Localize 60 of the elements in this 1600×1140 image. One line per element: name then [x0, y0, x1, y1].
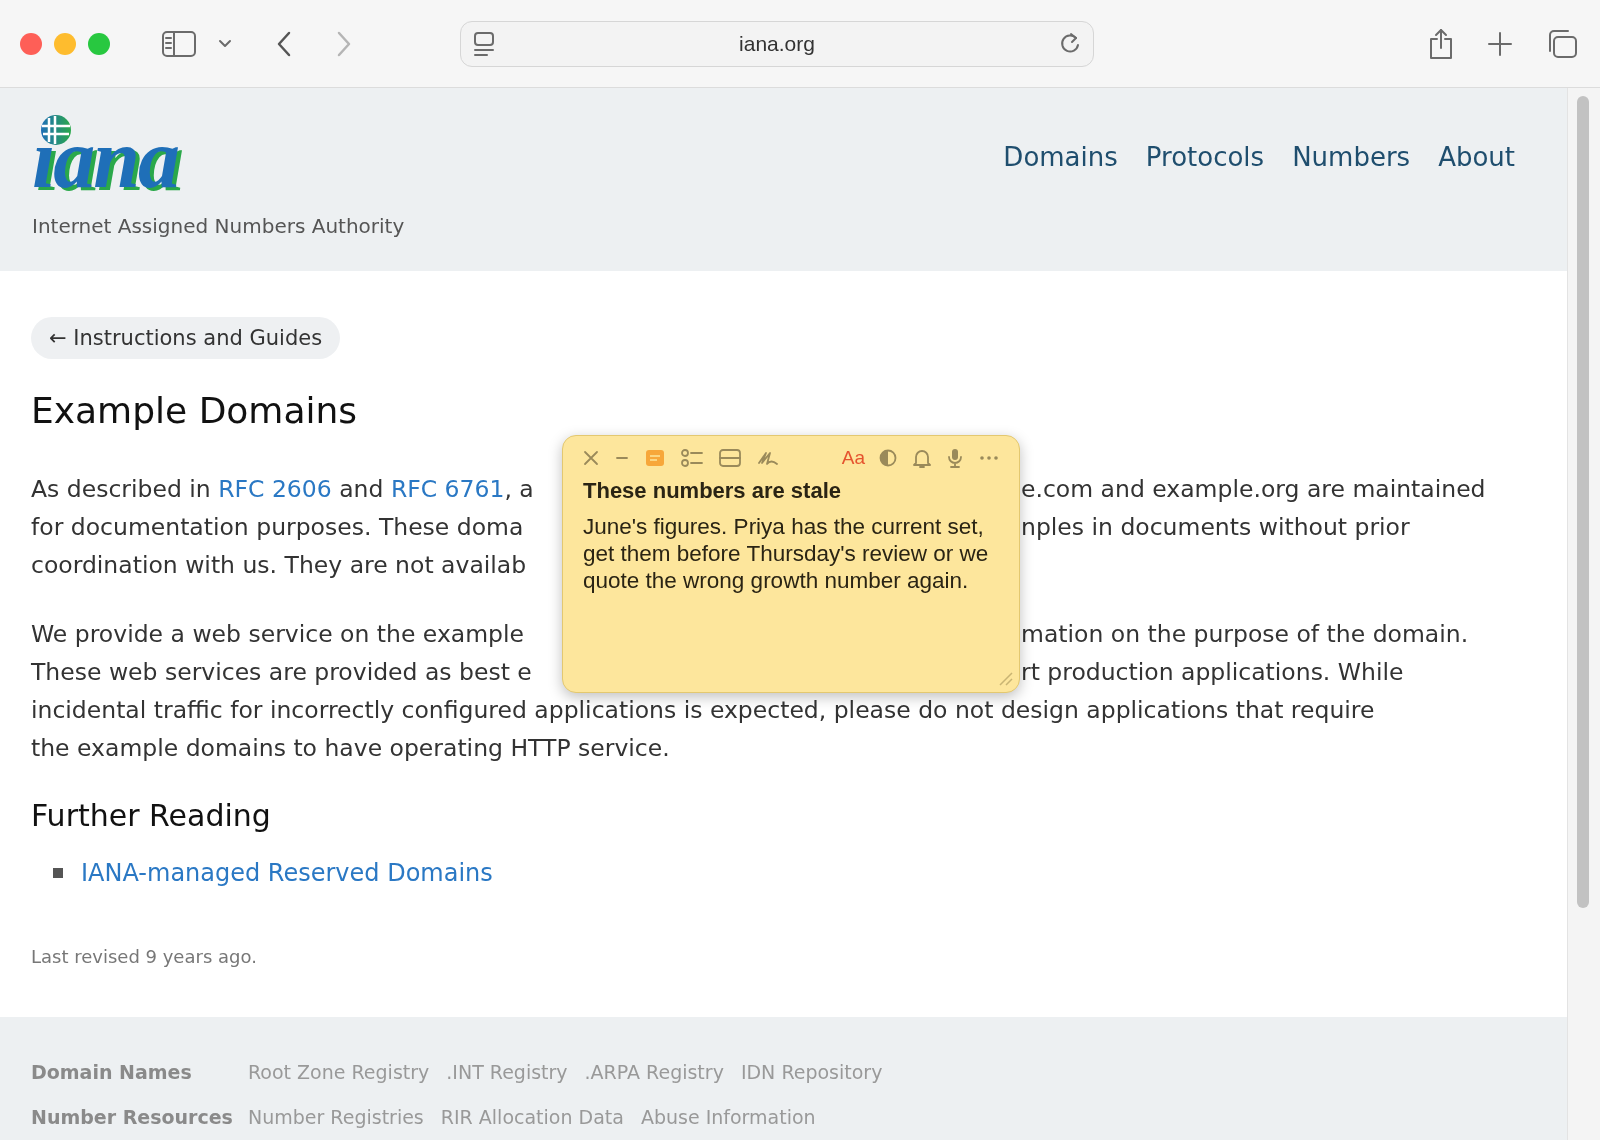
footer-link[interactable]: RIR Allocation Data: [440, 1106, 624, 1140]
body-text: e.com and example.org are maintained: [1021, 474, 1486, 505]
back-button[interactable]: [276, 30, 292, 57]
footer-heading: Number Resources: [31, 1106, 234, 1130]
body-text: coordination with us. They are not availab: [31, 550, 527, 581]
body-text: incidental traffic for incorrectly configured applications is expected, please do not design applications that require: [31, 695, 1375, 726]
nav-link[interactable]: Domains: [1003, 142, 1118, 172]
address-text: iana.org: [738, 31, 816, 56]
footer-link[interactable]: .INT Registry: [446, 1061, 568, 1106]
rfc-link[interactable]: RFC 6761: [390, 475, 505, 503]
share-icon[interactable]: [1428, 27, 1454, 60]
address-bar[interactable]: iana.org: [460, 20, 1094, 67]
body-text: the example domains to have operating HTTP service.: [31, 733, 670, 764]
more-icon[interactable]: [979, 455, 999, 461]
footer-link[interactable]: Abuse Information: [640, 1106, 816, 1140]
new-tab-icon[interactable]: [1488, 31, 1512, 56]
microphone-icon[interactable]: [947, 448, 963, 468]
body-text: rt production applications. While: [1021, 657, 1404, 688]
back-link[interactable]: ← Instructions and Guides: [31, 317, 341, 359]
minimize-window-button[interactable]: [54, 32, 76, 55]
body-text: We provide a web service on the example: [31, 619, 525, 650]
page-title: Example Domains: [31, 390, 359, 431]
rfc-link[interactable]: RFC 2606: [218, 475, 332, 503]
nav-link[interactable]: About: [1438, 142, 1515, 172]
reserved-domains-link[interactable]: IANA-managed Reserved Domains: [81, 859, 493, 887]
revision-text: Last revised 9 years ago.: [31, 946, 258, 967]
footer-link[interactable]: Root Zone Registry: [248, 1061, 430, 1106]
logo-wordmark[interactable]: iana: [32, 116, 179, 202]
zoom-window-button[interactable]: [88, 32, 110, 55]
note-title: These numbers are stale: [583, 478, 842, 504]
page-menu-icon[interactable]: [473, 31, 495, 56]
nav-link[interactable]: Numbers: [1292, 142, 1411, 172]
body-text: mation on the purpose of the domain.: [1021, 619, 1469, 650]
nav-link[interactable]: Protocols: [1145, 142, 1265, 172]
format-button[interactable]: Aa: [841, 447, 865, 469]
body-text: for documentation purposes. These doma: [31, 512, 524, 543]
note-icon[interactable]: [645, 449, 665, 467]
footer-link[interactable]: Number Registries: [248, 1106, 424, 1140]
body-text: These web services are provided as best e: [31, 657, 532, 688]
footer-heading: Domain Names: [31, 1061, 193, 1085]
body-text: As described in RFC 2606 and RFC 6761, a: [31, 474, 534, 505]
scribble-icon[interactable]: [757, 449, 779, 467]
bullet-icon: [53, 868, 63, 878]
scrollbar-thumb[interactable]: [1577, 96, 1589, 908]
contrast-icon[interactable]: [879, 449, 897, 467]
resize-grip-icon[interactable]: [997, 670, 1013, 686]
sidebar-icon[interactable]: [162, 30, 196, 57]
logo-tagline: Internet Assigned Numbers Authority: [32, 214, 405, 238]
footer-link[interactable]: IDN Repository: [740, 1061, 883, 1106]
table-icon[interactable]: [719, 449, 741, 467]
bell-icon[interactable]: [913, 448, 931, 468]
tabs-overview-icon[interactable]: [1546, 28, 1578, 59]
checklist-icon[interactable]: [681, 449, 703, 467]
section-heading: Further Reading: [31, 798, 272, 833]
close-window-button[interactable]: [20, 32, 42, 55]
footer-link[interactable]: .ARPA Registry: [584, 1061, 724, 1106]
chevron-down-icon[interactable]: [218, 39, 232, 48]
close-icon[interactable]: [583, 450, 599, 466]
body-text: nples in documents without prior: [1021, 512, 1410, 543]
note-body: June's figures. Priya has the current set, get them before Thursday's review or we quote the wrong growth number again.: [583, 513, 990, 594]
